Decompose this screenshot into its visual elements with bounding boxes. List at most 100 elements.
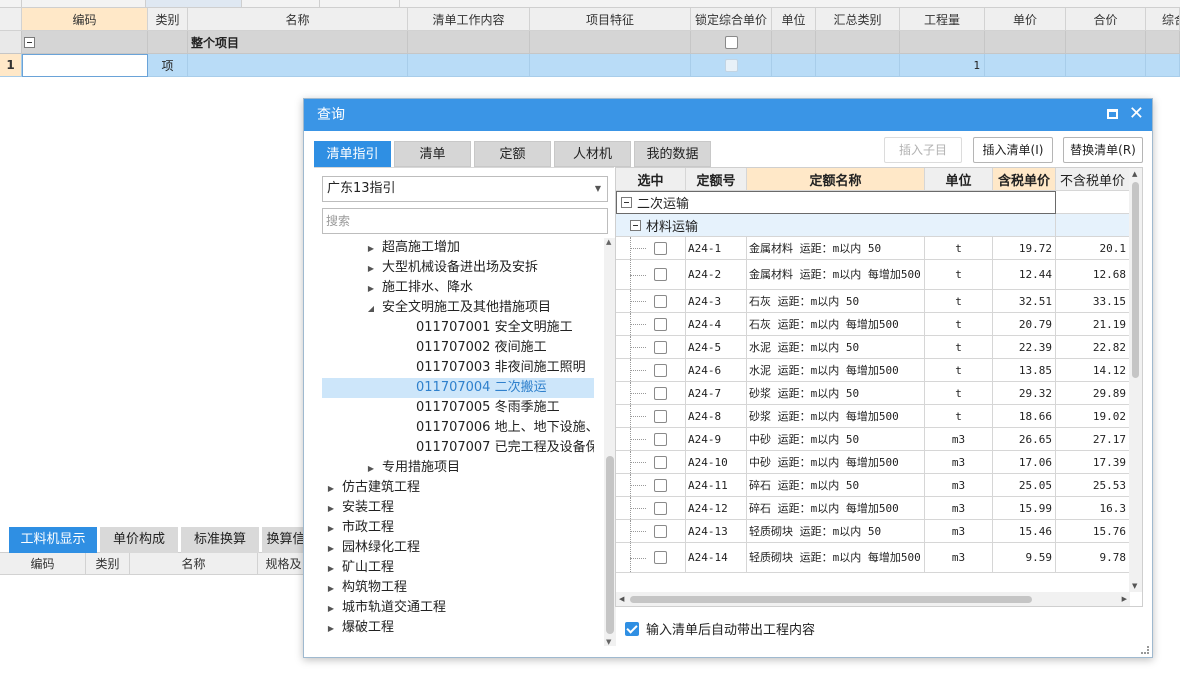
table-row[interactable]: A24-8 砂浆 运距：m以内 每增加500 t 18.66 19.02 [616, 405, 1130, 428]
notax-price-cell[interactable]: 17.39 [1056, 451, 1130, 474]
tree-item[interactable]: ▶ 城市轨道交通工程 [322, 598, 594, 618]
quota-name-cell[interactable]: 砂浆 运距：m以内 50 [747, 382, 925, 405]
quota-code-cell[interactable]: A24-12 [686, 497, 747, 520]
row-select-checkbox[interactable] [654, 455, 667, 469]
tax-price-cell[interactable]: 22.39 [993, 336, 1056, 359]
quota-unit-cell[interactable]: t [925, 260, 993, 290]
expand-arrow-icon[interactable]: ▶ [366, 259, 376, 278]
col-header-features[interactable]: 项目特征 [530, 8, 691, 31]
total-price-cell[interactable] [1066, 31, 1146, 54]
bottom-col-code[interactable]: 编码 [0, 553, 86, 575]
quota-unit-cell[interactable]: m3 [925, 474, 993, 497]
unit-price-cell[interactable] [985, 54, 1066, 77]
quota-code-cell[interactable]: A24-5 [686, 336, 747, 359]
table-row[interactable]: A24-13 轻质砌块 运距：m以内 50 m3 15.46 15.76 [616, 520, 1130, 543]
tree-item[interactable]: ◢ 安全文明施工及其他措施项目 [322, 298, 594, 318]
tab-material-display[interactable]: 工料机显示 [9, 527, 97, 553]
tree-item[interactable]: ▶ 超高施工增加 [322, 238, 594, 258]
tax-price-cell[interactable]: 17.06 [993, 451, 1056, 474]
col-header-tax-price[interactable]: 含税单价 [993, 168, 1056, 191]
region-select[interactable]: 广东13指引 ▼ [322, 176, 608, 202]
quota-unit-cell[interactable]: t [925, 313, 993, 336]
tab-price-composition[interactable]: 单价构成 [100, 527, 178, 553]
notax-price-cell[interactable]: 15.76 [1056, 520, 1130, 543]
tree-item[interactable]: ▶ 专用措施项目 [322, 458, 594, 478]
search-input[interactable]: 搜索 [322, 208, 608, 234]
quota-code-cell[interactable]: A24-11 [686, 474, 747, 497]
tax-price-cell[interactable]: 32.51 [993, 290, 1056, 313]
quota-code-cell[interactable]: A24-1 [686, 237, 747, 260]
scroll-down-icon[interactable]: ▼ [1132, 582, 1137, 590]
group-row[interactable]: 二次运输 [616, 191, 1130, 214]
col-header-unit-price[interactable]: 单价 [985, 8, 1066, 31]
quota-name-cell[interactable]: 中砂 运距：m以内 每增加500 [747, 451, 925, 474]
tax-price-cell[interactable]: 15.46 [993, 520, 1056, 543]
scroll-thumb[interactable] [1132, 182, 1139, 378]
quota-code-cell[interactable]: A24-9 [686, 428, 747, 451]
table-row[interactable]: A24-11 碎石 运距：m以内 50 m3 25.05 25.53 [616, 474, 1130, 497]
quota-code-cell[interactable]: A24-4 [686, 313, 747, 336]
quota-code-cell[interactable]: A24-8 [686, 405, 747, 428]
tax-price-cell[interactable]: 26.65 [993, 428, 1056, 451]
tree-item[interactable]: ▶ 仿古建筑工程 [322, 478, 594, 498]
col-header-summary-type[interactable]: 汇总类别 [816, 8, 900, 31]
table-row[interactable]: A24-3 石灰 运距：m以内 50 t 32.51 33.15 [616, 290, 1130, 313]
notax-price-cell[interactable]: 25.53 [1056, 474, 1130, 497]
tax-price-cell[interactable]: 29.32 [993, 382, 1056, 405]
notax-price-cell[interactable]: 20.1 [1056, 237, 1130, 260]
expand-arrow-icon[interactable]: ▶ [326, 599, 336, 618]
type-cell[interactable]: 项 [148, 54, 188, 77]
row-number[interactable]: 1 [0, 54, 22, 77]
row-select-checkbox[interactable] [654, 386, 667, 400]
insert-list-button[interactable]: 插入清单(I) [973, 137, 1053, 163]
tree-item[interactable]: ▶ 施工排水、降水 [322, 278, 594, 298]
quota-name-cell[interactable]: 轻质砌块 运距：m以内 每增加500 [747, 543, 925, 573]
name-cell[interactable] [188, 54, 408, 77]
notax-price-cell[interactable]: 21.19 [1056, 313, 1130, 336]
collapse-icon[interactable] [630, 219, 641, 231]
table-row[interactable]: 整个项目 [0, 31, 1180, 54]
row-select-checkbox[interactable] [654, 317, 667, 331]
quantity-cell[interactable] [900, 31, 985, 54]
dialog-title[interactable]: 查询 [304, 99, 1152, 131]
name-cell[interactable]: 整个项目 [188, 31, 408, 54]
expand-arrow-icon[interactable]: ▶ [326, 519, 336, 538]
row-select-checkbox[interactable] [654, 409, 667, 423]
tree-item[interactable]: ▶ 构筑物工程 [322, 578, 594, 598]
quantity-cell[interactable]: 1 [900, 54, 985, 77]
maximize-icon[interactable] [1107, 109, 1118, 119]
quota-name-cell[interactable]: 水泥 运距：m以内 每增加500 [747, 359, 925, 382]
type-cell[interactable] [148, 31, 188, 54]
expand-arrow-icon[interactable]: ▶ [326, 539, 336, 558]
col-header-lock-price[interactable]: 锁定综合单价 [691, 8, 772, 31]
auto-fill-checkbox[interactable]: 输入清单后自动带出工程内容 [625, 619, 815, 638]
row-select-checkbox[interactable] [654, 524, 667, 538]
row-select-checkbox[interactable] [654, 501, 667, 515]
col-header-work-content[interactable]: 清单工作内容 [408, 8, 530, 31]
row-select-checkbox[interactable] [654, 294, 667, 308]
quota-unit-cell[interactable]: t [925, 237, 993, 260]
tree-item[interactable]: 011707006 地上、地下设施、… [322, 418, 594, 438]
row-select-checkbox[interactable] [654, 363, 667, 377]
tab-quota[interactable]: 定额 [474, 141, 551, 167]
table-row[interactable]: 1 项 1 [0, 54, 1180, 77]
work-content-cell[interactable] [408, 54, 530, 77]
scroll-up-icon[interactable]: ▲ [606, 238, 611, 246]
table-row[interactable]: A24-9 中砂 运距：m以内 50 m3 26.65 27.17 [616, 428, 1130, 451]
tree-item[interactable]: 011707001 安全文明施工 [322, 318, 594, 338]
close-icon[interactable]: ✕ [1129, 103, 1144, 125]
col-header-quota-name[interactable]: 定额名称 [747, 168, 925, 191]
notax-price-cell[interactable]: 33.15 [1056, 290, 1130, 313]
quota-name-cell[interactable]: 金属材料 运距：m以内 50 [747, 237, 925, 260]
quota-code-cell[interactable]: A24-14 [686, 543, 747, 573]
table-row[interactable]: A24-4 石灰 运距：m以内 每增加500 t 20.79 21.19 [616, 313, 1130, 336]
collapse-arrow-icon[interactable]: ◢ [366, 299, 376, 318]
table-row[interactable]: A24-6 水泥 运距：m以内 每增加500 t 13.85 14.12 [616, 359, 1130, 382]
notax-price-cell[interactable]: 16.3 [1056, 497, 1130, 520]
expand-arrow-icon[interactable]: ▶ [326, 499, 336, 518]
quota-unit-cell[interactable]: t [925, 359, 993, 382]
quota-code-cell[interactable]: A24-10 [686, 451, 747, 474]
expand-arrow-icon[interactable]: ▶ [366, 459, 376, 478]
col-header-total-price[interactable]: 合价 [1066, 8, 1146, 31]
expand-arrow-icon[interactable]: ▶ [366, 279, 376, 298]
